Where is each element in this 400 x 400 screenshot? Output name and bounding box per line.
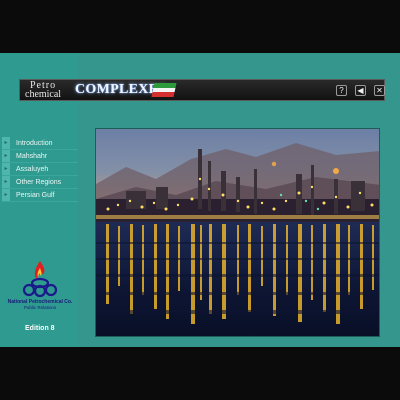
nav-item-other-regions[interactable]: ▸ Other Regions (2, 176, 78, 189)
top-letterbox (0, 0, 400, 53)
nav-item-assaluyeh[interactable]: ▸ Assaluyeh (2, 163, 78, 176)
help-icon: ? (339, 86, 344, 95)
nav-bullet-icon: ▸ (2, 189, 10, 201)
nav-item-persian-gulf[interactable]: ▸ Persian Gulf (2, 189, 78, 202)
company-logo: National Petrochemical Co. Public Relati… (6, 260, 74, 320)
water-reflections (96, 224, 379, 324)
iran-flag-icon (151, 83, 177, 98)
nav-item-label: Other Regions (16, 178, 62, 186)
speaker-icon: ◀ (357, 86, 364, 95)
nav-bullet-icon: ▸ (2, 163, 10, 175)
section-nav: ▸ Introduction ▸ Mahshahr ▸ Assaluyeh ▸ … (2, 137, 78, 202)
title-word-chemical: chemical (25, 89, 62, 100)
nav-item-introduction[interactable]: ▸ Introduction (2, 137, 78, 150)
petrochemical-night-photo (95, 128, 380, 337)
app-window: Petro chemical COMPLEXES ? ◀ ✕ ▸ Introdu… (0, 53, 400, 347)
title-bar: Petro chemical COMPLEXES ? ◀ ✕ (19, 79, 385, 101)
help-button[interactable]: ? (336, 85, 347, 96)
edition-label: Edition 8 (25, 325, 55, 332)
nav-item-label: Assaluyeh (16, 165, 49, 173)
company-department: Public Relations (23, 305, 57, 310)
nav-item-label: Persian Gulf (16, 191, 55, 199)
bottom-letterbox (0, 347, 400, 400)
nav-bullet-icon: ▸ (2, 150, 10, 162)
nav-bullet-icon: ▸ (2, 176, 10, 188)
nav-item-label: Introduction (16, 139, 53, 147)
nav-bullet-icon: ▸ (2, 137, 10, 149)
npc-flame-logo-icon (22, 261, 58, 298)
nav-item-mahshahr[interactable]: ▸ Mahshahr (2, 150, 78, 163)
nav-item-label: Mahshahr (16, 152, 48, 160)
sound-toggle-button[interactable]: ◀ (355, 85, 366, 96)
close-button[interactable]: ✕ (374, 85, 385, 96)
close-icon: ✕ (376, 86, 383, 95)
